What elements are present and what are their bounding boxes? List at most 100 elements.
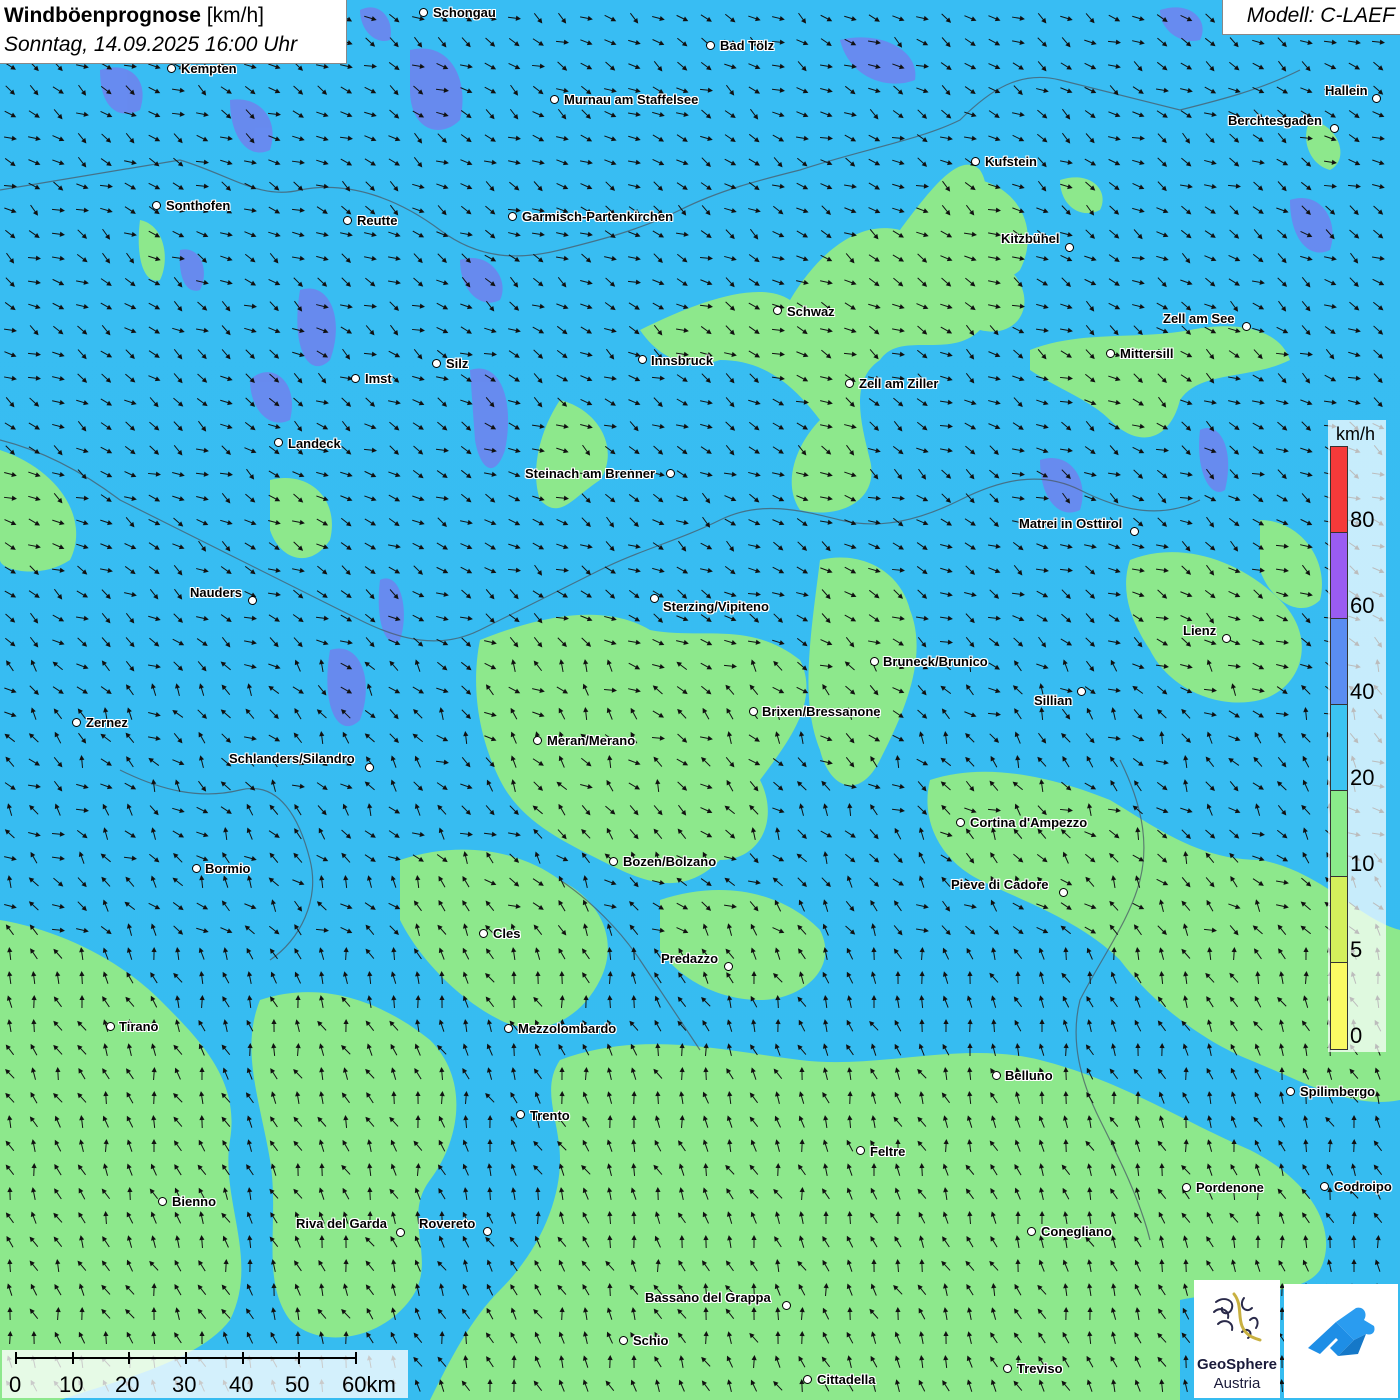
wind-arrow (894, 1163, 901, 1176)
wind-arrow (772, 15, 785, 21)
wind-arrow (606, 707, 613, 720)
wind-arrow (964, 542, 976, 550)
wind-arrow (603, 423, 617, 429)
wind-arrow (1375, 1235, 1381, 1249)
wind-arrow (652, 15, 665, 22)
wind-arrow (439, 1091, 445, 1105)
wind-arrow (437, 253, 447, 263)
wind-arrow (772, 255, 785, 261)
wind-arrow (484, 447, 497, 453)
wind-arrow (1300, 231, 1313, 238)
wind-arrow (53, 109, 63, 120)
wind-arrow (1013, 948, 1023, 960)
legend-band-20 (1330, 704, 1348, 791)
wind-arrow (701, 1260, 710, 1272)
wind-arrow (676, 639, 689, 645)
wind-arrow (1158, 1284, 1166, 1296)
wind-arrow (773, 613, 783, 623)
wind-arrow (1303, 947, 1309, 961)
wind-arrow (412, 495, 425, 502)
wind-arrow (173, 1140, 182, 1152)
wind-arrow (27, 375, 41, 381)
wind-arrow (941, 1260, 951, 1271)
wind-arrow (484, 735, 497, 742)
wind-arrow (1206, 516, 1215, 528)
wind-arrow (1061, 781, 1072, 791)
wind-arrow (1206, 1019, 1213, 1032)
wind-arrow (1373, 397, 1383, 408)
wind-arrow (29, 397, 40, 407)
wind-arrow (1204, 111, 1217, 117)
wind-arrow (340, 639, 353, 645)
wind-arrow (388, 158, 400, 166)
wind-arrow (822, 1092, 830, 1104)
wind-arrow (1011, 591, 1025, 597)
wind-arrow (75, 807, 89, 813)
wind-arrow (318, 1260, 326, 1272)
wind-arrow (1254, 995, 1262, 1008)
wind-arrow (533, 253, 544, 263)
wind-arrow (196, 279, 209, 285)
wind-arrow (124, 111, 137, 118)
wind-arrow (414, 755, 421, 768)
wind-arrow (243, 615, 257, 621)
wind-arrow (270, 1068, 278, 1080)
wind-arrow (964, 903, 977, 909)
wind-arrow (1205, 829, 1216, 839)
wind-arrow (461, 637, 472, 647)
wind-arrow (437, 205, 447, 216)
wind-arrow (29, 325, 39, 336)
wind-arrow (293, 397, 304, 407)
wind-arrow (844, 207, 857, 214)
wind-arrow (1035, 327, 1049, 333)
wind-arrow (508, 614, 520, 623)
wind-arrow (28, 901, 39, 911)
wind-arrow (892, 542, 904, 550)
wind-arrow (438, 947, 445, 960)
wind-arrow (150, 875, 157, 888)
wind-arrow (823, 1211, 829, 1225)
wind-arrow (893, 1284, 903, 1295)
wind-arrow (509, 805, 519, 816)
wind-arrow (797, 996, 807, 1007)
wind-arrow (268, 423, 281, 430)
city-label-bruneck: Bruneck/Brunico (883, 654, 988, 669)
wind-arrow (438, 827, 445, 840)
wind-arrow (676, 423, 689, 429)
app-logo-icon (1308, 1307, 1375, 1356)
wind-arrow (1012, 422, 1024, 430)
wind-arrow (774, 1236, 782, 1248)
wind-arrow (700, 61, 712, 71)
wind-arrow (988, 637, 1000, 647)
wind-arrow (1087, 1115, 1093, 1129)
wind-arrow (748, 15, 761, 22)
wind-arrow (1036, 470, 1049, 478)
wind-arrow (580, 351, 593, 358)
wind-arrow (1203, 927, 1217, 933)
wind-arrow (847, 1067, 853, 1081)
wind-arrow (510, 1260, 518, 1272)
wind-arrow (1059, 567, 1073, 573)
wind-arrow (917, 636, 927, 648)
wind-arrow (1275, 543, 1289, 549)
wind-arrow (415, 971, 421, 984)
wind-arrow (820, 423, 833, 429)
wind-arrow (1180, 229, 1192, 239)
wind-arrow (484, 134, 496, 142)
wind-arrow (1181, 708, 1191, 719)
wind-arrow (533, 1068, 542, 1080)
wind-arrow (76, 279, 89, 285)
wind-arrow (603, 375, 617, 381)
wind-arrow (221, 684, 231, 695)
wind-arrow (846, 1139, 854, 1152)
wind-arrow (822, 899, 829, 912)
city-marker (504, 1024, 513, 1033)
city-marker (1059, 888, 1068, 897)
wind-arrow (415, 1163, 421, 1177)
wind-arrow (172, 759, 185, 766)
wind-arrow (700, 662, 713, 670)
wind-arrow (1014, 731, 1021, 744)
wind-arrow (78, 851, 85, 864)
wind-arrow (1183, 755, 1189, 769)
wind-arrow (919, 1355, 925, 1369)
